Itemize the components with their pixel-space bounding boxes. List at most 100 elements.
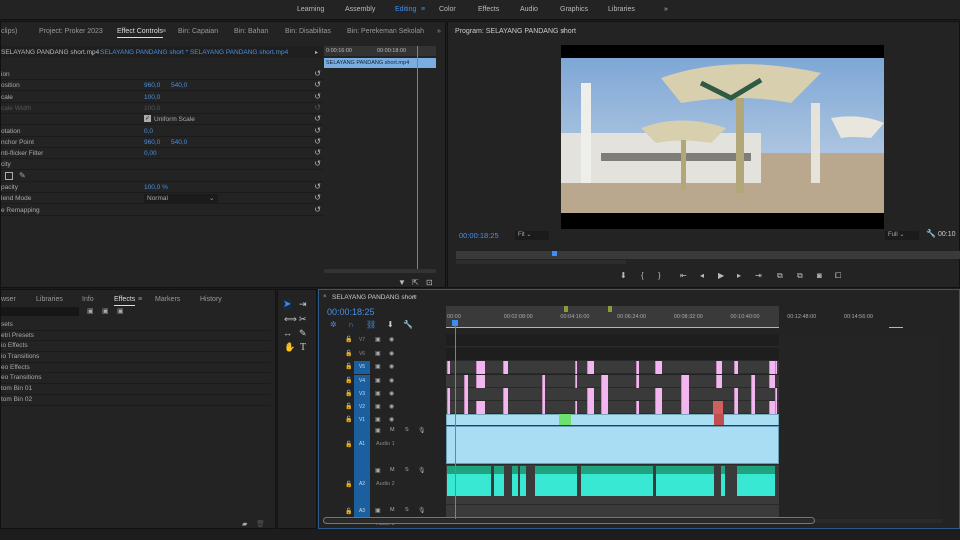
sync-lock-icon[interactable]: ▣ — [375, 427, 381, 434]
reset-icon[interactable]: ↺ — [314, 182, 321, 191]
reset-icon[interactable]: ↺ — [314, 69, 321, 78]
add-marker-icon[interactable]: ⬇ — [620, 271, 627, 280]
lock-icon[interactable]: 🔓 — [345, 403, 352, 410]
lock-icon[interactable]: 🔓 — [345, 481, 352, 488]
tab-clips[interactable]: clips) — [1, 28, 17, 35]
eye-icon[interactable]: ◉ — [389, 363, 394, 370]
mark-out-icon[interactable]: } — [658, 271, 661, 280]
video-clip[interactable] — [601, 375, 608, 388]
sync-lock-icon[interactable]: ▣ — [375, 467, 381, 474]
razor-tool-icon[interactable]: ✂ — [299, 314, 307, 325]
tab-project[interactable]: Project: Proker 2023 — [39, 28, 103, 35]
eye-icon[interactable]: ◉ — [389, 350, 394, 357]
slip-tool-icon[interactable]: ↔ — [283, 328, 292, 338]
property-value[interactable]: 540,0 — [171, 82, 187, 89]
property-value[interactable]: 100,0 — [144, 105, 160, 112]
tab-info[interactable]: Info — [82, 296, 94, 303]
menu-icon[interactable]: ≡ — [561, 28, 565, 35]
lock-icon[interactable]: 🔓 — [345, 416, 352, 423]
tab-effect-controls[interactable]: Effect Controls — [117, 28, 163, 38]
sync-lock-icon[interactable]: ▣ — [375, 416, 381, 423]
tab-bin-perekeman-sekolah[interactable]: Bin: Perekeman Sekolah — [347, 28, 424, 35]
audio2-clip[interactable] — [581, 466, 653, 496]
video-clip[interactable] — [575, 375, 577, 388]
video-clip[interactable] — [587, 388, 594, 401]
video-clip[interactable] — [713, 401, 723, 414]
new-bin-icon[interactable]: ▰ — [242, 520, 247, 528]
video-clip[interactable] — [601, 388, 608, 401]
video-clip[interactable] — [476, 361, 485, 374]
reset-icon[interactable]: ↺ — [314, 137, 321, 146]
settings-icon[interactable]: ⊡ — [426, 278, 433, 287]
video-clip[interactable] — [775, 388, 777, 401]
workspace-audio[interactable]: Audio — [520, 6, 538, 13]
tab-bin-capaian[interactable]: Bin: Capaian — [178, 28, 218, 35]
reset-icon[interactable]: ↺ — [314, 159, 321, 168]
track-label-a1[interactable]: A1 — [354, 425, 370, 465]
video-clip[interactable] — [751, 375, 755, 388]
video-clip[interactable] — [655, 388, 662, 401]
workspace-color[interactable]: Color — [439, 6, 456, 13]
snap-icon[interactable]: ∩ — [348, 320, 354, 329]
lock-icon[interactable]: 🔓 — [345, 377, 352, 384]
eye-icon[interactable]: ◉ — [389, 416, 394, 423]
program-playhead[interactable] — [552, 251, 557, 256]
ripple-edit-tool-icon[interactable]: ⟺ — [284, 314, 297, 325]
wrench-icon[interactable]: 🔧 — [926, 229, 936, 238]
video-clip[interactable] — [681, 388, 689, 401]
video-clip[interactable] — [655, 361, 662, 374]
video-clip[interactable] — [601, 401, 608, 414]
video-clip[interactable] — [681, 401, 689, 414]
menu-icon[interactable]: ≡ — [138, 296, 142, 303]
lock-icon[interactable]: 🔓 — [345, 441, 352, 448]
trash-icon[interactable]: 🗑 — [256, 520, 265, 528]
sequence-clip-name[interactable]: SELAYANG PANDANG short * SELAYANG PANDAN… — [100, 49, 288, 56]
add-marker-icon[interactable]: ⬇ — [387, 320, 394, 329]
video-clip[interactable] — [769, 375, 775, 388]
property-value[interactable]: 960,0 — [144, 139, 160, 146]
tab-bin-bahan[interactable]: Bin: Bahan — [234, 28, 268, 35]
sync-lock-icon[interactable]: ▣ — [375, 403, 381, 410]
effects-folder[interactable]: eo Transitions — [1, 373, 271, 385]
solo-button[interactable]: S — [405, 507, 409, 513]
sync-lock-icon[interactable]: ▣ — [375, 336, 381, 343]
lock-icon[interactable]: 🔓 — [345, 350, 352, 357]
workspace-libraries[interactable]: Libraries — [608, 6, 635, 13]
video-clip[interactable] — [447, 401, 450, 414]
type-tool-icon[interactable]: T — [300, 342, 306, 353]
reset-icon[interactable]: ↺ — [314, 126, 321, 135]
video-clip[interactable] — [542, 388, 545, 401]
program-scrubber[interactable] — [456, 251, 960, 259]
video-clip[interactable] — [636, 361, 639, 374]
video-clip[interactable] — [636, 401, 639, 414]
eye-icon[interactable]: ◉ — [389, 377, 394, 384]
mute-button[interactable]: M — [390, 427, 395, 433]
track-label-v2[interactable]: V2 — [354, 401, 370, 414]
tab-media-browser[interactable]: wser — [1, 296, 16, 303]
video-clip[interactable] — [447, 388, 450, 401]
video-clip[interactable] — [476, 401, 485, 414]
workspace-editing[interactable]: Editing — [395, 6, 416, 13]
video-clip[interactable] — [575, 361, 577, 374]
effects-search-input[interactable] — [1, 307, 79, 316]
audio2-clip[interactable] — [721, 466, 725, 496]
reset-icon[interactable]: ↺ — [314, 103, 321, 112]
property-value[interactable]: 0,00 — [144, 150, 157, 157]
menu-icon[interactable]: ≡ — [162, 28, 166, 35]
mute-button[interactable]: M — [390, 467, 395, 473]
video-clip[interactable] — [503, 361, 508, 374]
eye-icon[interactable]: ◉ — [389, 336, 394, 343]
video-clip[interactable] — [751, 401, 755, 414]
blend-mode-select[interactable]: Normal — [144, 194, 218, 204]
reset-icon[interactable]: ↺ — [314, 148, 321, 157]
video-clip[interactable] — [587, 361, 594, 374]
nest-icon[interactable]: ✲ — [330, 320, 337, 329]
more-tabs-button[interactable]: » — [437, 28, 441, 35]
marker[interactable] — [564, 306, 568, 312]
sync-lock-icon[interactable]: ▣ — [375, 363, 381, 370]
video-clip[interactable] — [734, 401, 738, 414]
track-label-v4[interactable]: V4 — [354, 375, 370, 388]
audio2-clip[interactable] — [447, 466, 491, 496]
accelerated-effects-icon[interactable]: ▣ — [87, 307, 94, 315]
video-clip[interactable] — [716, 375, 722, 388]
